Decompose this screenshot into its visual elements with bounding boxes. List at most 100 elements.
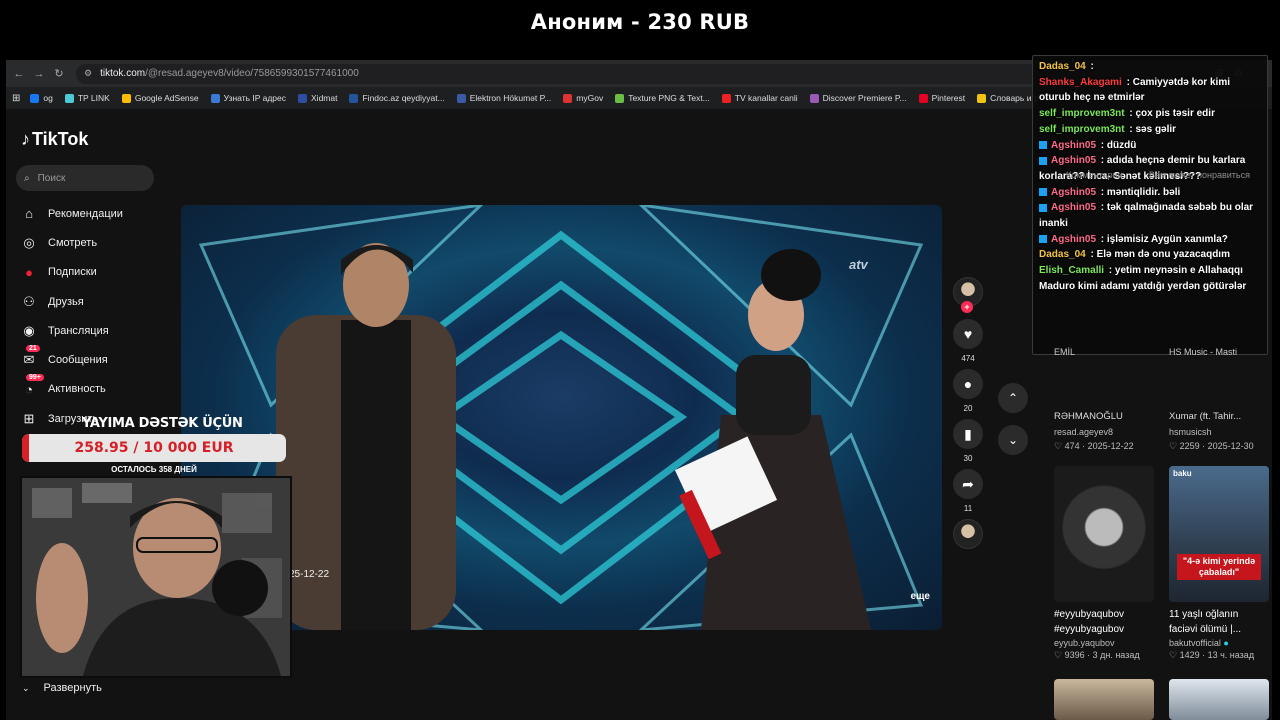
expand-button[interactable]: ⌄ Развернуть	[22, 682, 102, 694]
chat-message: Agshin05 : tək qalmağınada səbəb bu olar…	[1039, 200, 1261, 231]
bookmark-label: TV kanallar canli	[734, 93, 798, 103]
video-player[interactable]: atv 25-12-22 еще	[181, 205, 942, 630]
chat-message: Shanks_Akagami : Camiyyətdə kor kimi otu…	[1039, 75, 1261, 106]
stream-chat-overlay: Dadas_04 : Shanks_Akagami : Camiyyətdə k…	[1032, 55, 1268, 355]
emil-ghost: EMİL	[1054, 347, 1076, 357]
search-input[interactable]: ⌕ Поиск	[16, 165, 154, 191]
rec-card-3[interactable]	[1054, 679, 1154, 720]
bookmark-item[interactable]: TV kanallar canli	[721, 93, 798, 103]
chat-username: Shanks_Akagami	[1039, 76, 1122, 88]
sidebar-item-home[interactable]: ⌂ Рекомендации	[20, 199, 123, 228]
chat-username: Agshin05	[1051, 186, 1097, 198]
like-button[interactable]: ♥ 474	[952, 319, 984, 364]
comment-count: 20	[963, 404, 973, 413]
comment-button[interactable]: ● 20	[952, 369, 984, 414]
url-host: tiktok.com	[100, 68, 146, 79]
bookmark-item[interactable]: Pinterest	[918, 93, 966, 103]
chevron-down-icon: ⌄	[1007, 433, 1019, 447]
back-icon[interactable]: ←	[12, 68, 26, 80]
search-icon: ⌕	[24, 172, 30, 184]
share-count: 11	[963, 504, 973, 513]
home-icon: ⌂	[25, 206, 33, 222]
forward-icon[interactable]: →	[32, 68, 46, 80]
sidebar-item-following[interactable]: ● Подписки	[20, 258, 123, 287]
comment-icon: ●	[953, 369, 983, 399]
bookmark-favicon-icon	[298, 93, 308, 103]
music-ghost: HS Music - Masti	[1169, 347, 1238, 357]
site-info-icon[interactable]: ⚙	[84, 68, 92, 79]
rec-thumb-3	[1054, 679, 1154, 720]
chat-message: Agshin05 : məntiqlidir. bəli	[1039, 185, 1261, 201]
sidebar-menu: ⌂ Рекомендации ◎ Смотреть ● Подписки ⚇ Друзья ◉ Т…	[20, 199, 123, 433]
bookmark-item[interactable]: Findoc.az qeydiyyat...	[349, 93, 445, 103]
music-disc-icon	[953, 519, 983, 549]
bookmark-item[interactable]: Elektron Hökumət P...	[456, 93, 552, 103]
follow-plus-icon[interactable]: +	[961, 301, 973, 313]
bookmark-label: Xidmat	[311, 93, 338, 103]
bookmark-favicon-icon	[977, 93, 987, 103]
next-video-button[interactable]: ⌄	[998, 425, 1028, 455]
bookmark-label: Elektron Hökumət P...	[469, 93, 552, 103]
bookmark-item[interactable]: Discover Premiere P...	[809, 93, 907, 103]
rec-above-title-1: RƏHMANOĞLU	[1054, 411, 1123, 422]
sidebar-item-label: Друзья	[48, 295, 84, 308]
bookmark-label: Pinterest	[931, 93, 966, 103]
reload-icon[interactable]: ↻	[52, 67, 66, 80]
chat-message: Dadas_04 : Elə mən də onu yazacaqdım	[1039, 247, 1261, 263]
sidebar-item-activity[interactable]: ◔ 99+ Активность	[20, 374, 123, 404]
bookmark-label: myGov	[576, 93, 604, 103]
bookmark-favicon-icon	[563, 93, 573, 103]
chat-message: Agshin05 : işləmisiz Aygün xanımla?	[1039, 232, 1261, 248]
donation-days-left: ОСТАЛОСЬ 358 ДНЕЙ	[111, 465, 197, 474]
rec-card-4[interactable]	[1169, 679, 1269, 720]
donation-amount: 258.95 / 10 000 EUR	[74, 440, 234, 456]
sidebar-item-live[interactable]: ◉ Трансляция	[20, 316, 123, 345]
save-button[interactable]: ▮ 30	[952, 419, 984, 464]
prev-video-button[interactable]: ⌃	[998, 383, 1028, 413]
rec-author: eyyub.yaqubov	[1054, 638, 1115, 648]
share-button[interactable]: ➦ 11	[952, 469, 984, 514]
bookmark-item[interactable]: Узнать IP адрес	[210, 93, 287, 103]
activity-icon: ◔ 99+	[20, 374, 44, 398]
bookmark-item[interactable]: TP LINK	[64, 93, 110, 103]
action-rail: + ♥ 474 ● 20 ▮ 30 ➦ 11	[952, 277, 984, 554]
rec-thumb-1	[1054, 466, 1154, 602]
chat-username: Agshin05	[1051, 139, 1097, 151]
chat-message: Dadas_04 :	[1039, 59, 1261, 75]
sidebar-item-compass[interactable]: ◎ Смотреть	[20, 228, 123, 257]
rec-above-title-2: Xumar (ft. Tahir...	[1169, 411, 1242, 422]
like-count: 474	[961, 354, 975, 363]
bookmark-item[interactable]: og	[30, 93, 53, 103]
bookmark-item[interactable]: Texture PNG & Text...	[615, 93, 710, 103]
url-path: /@resad.ageyev8/video/758659930157746100…	[145, 68, 359, 79]
sidebar-item-friends[interactable]: ⚇ Друзья	[20, 287, 123, 316]
rec-card-1[interactable]: #eyyubyaqubov #eyyubyagubov eyyub.yaqubo…	[1054, 466, 1154, 661]
music-disc[interactable]	[952, 519, 984, 549]
apps-icon[interactable]: ⊞	[12, 93, 20, 104]
bookmark-favicon-icon	[809, 93, 819, 103]
twitter-badge-icon	[1039, 235, 1047, 244]
chat-text: :	[1087, 61, 1094, 72]
chat-text: : səs gəlir	[1126, 123, 1177, 135]
chat-text: : məntiqlidir. bəli	[1098, 186, 1181, 198]
more-button[interactable]: еще	[910, 591, 930, 602]
rec-thumb-2: baku "4-ə kimi yerində çabaladı"	[1169, 466, 1269, 602]
bookmark-item[interactable]: myGov	[563, 93, 603, 103]
rec-card-2[interactable]: baku "4-ə kimi yerində çabaladı" 11 yaşl…	[1169, 466, 1269, 661]
url-field[interactable]: ⚙ tiktok.com /@resad.ageyev8/video/75865…	[76, 63, 1046, 84]
verified-icon: ●	[1223, 638, 1229, 648]
chat-message: Elish_Camalli : yetim neynəsin e Allahaq…	[1039, 263, 1261, 294]
compass-icon: ◎	[23, 234, 35, 250]
donation-title: YAYIMA DƏSTƏK ÜÇÜN	[82, 416, 243, 431]
bookmark-label: Узнать IP адрес	[223, 93, 287, 103]
following-icon: ●	[25, 264, 33, 280]
author-avatar[interactable]: +	[952, 277, 984, 313]
bookmark-item[interactable]: Xidmat	[298, 93, 337, 103]
bookmark-favicon-icon	[721, 93, 731, 103]
bookmark-label: TP LINK	[77, 93, 110, 103]
bookmark-item[interactable]: Google AdSense	[121, 93, 199, 103]
chat-username: self_improvem3nt	[1039, 123, 1125, 135]
sidebar-item-messages[interactable]: ✉ 21 Сообщения	[20, 345, 123, 374]
tiktok-logo[interactable]: ♪ TikTok	[21, 129, 88, 150]
bookmark-favicon-icon	[64, 93, 74, 103]
